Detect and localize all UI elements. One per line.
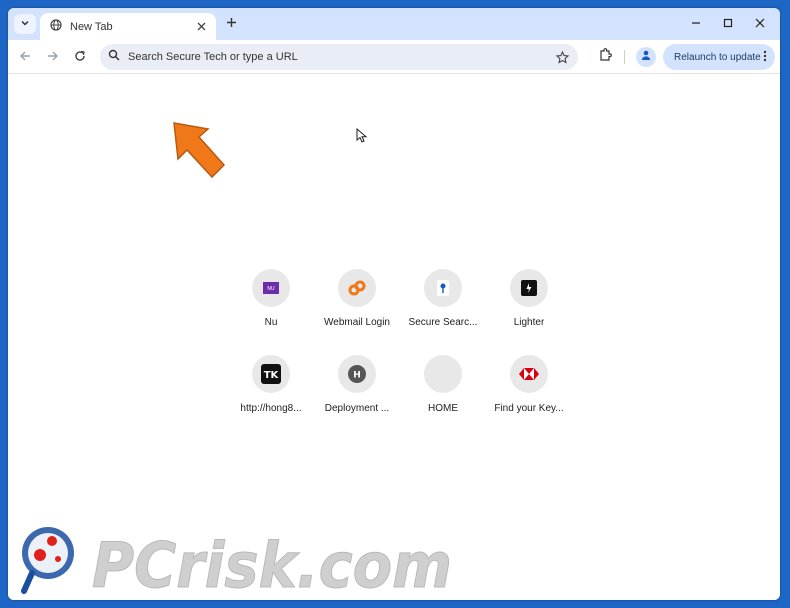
shortcut-icon: TK [252, 355, 290, 393]
shortcut-tile[interactable]: Webmail Login [314, 263, 400, 333]
arrow-left-icon [19, 49, 31, 65]
shortcut-tile[interactable]: Secure Searc... [400, 263, 486, 333]
shortcut-label: Secure Searc... [408, 317, 478, 328]
close-icon [755, 17, 765, 31]
toolbar: Relaunch to update [8, 40, 780, 74]
shortcut-icon [338, 269, 376, 307]
new-tab-page: NU Nu Webmail Login Secure Searc... Ligh… [8, 75, 780, 600]
maximize-button[interactable] [716, 14, 740, 34]
orange-arrow-icon [170, 119, 230, 188]
shortcut-label: Deployment ... [324, 403, 390, 414]
relaunch-label: Relaunch to update [674, 51, 761, 63]
search-icon [108, 48, 120, 66]
shortcut-grid: NU Nu Webmail Login Secure Searc... Ligh… [228, 263, 572, 419]
shortcut-label: Nu [264, 317, 278, 328]
shortcut-tile[interactable]: Find your Key... [486, 349, 572, 419]
shortcut-tile[interactable]: HOME [400, 349, 486, 419]
address-input[interactable] [128, 51, 552, 63]
shortcut-tile[interactable]: NU Nu [228, 263, 314, 333]
shortcut-label: http://hong8... [240, 403, 302, 414]
arrow-right-icon [47, 49, 59, 65]
shortcut-label: HOME [428, 403, 458, 414]
shortcut-label: Webmail Login [324, 317, 390, 328]
relaunch-button[interactable]: Relaunch to update [663, 44, 775, 70]
forward-button[interactable] [42, 46, 64, 68]
maximize-icon [723, 17, 733, 31]
new-tab-button[interactable] [222, 15, 240, 33]
close-icon[interactable] [192, 18, 210, 36]
toolbar-divider [624, 50, 625, 64]
shortcut-icon [424, 269, 462, 307]
address-bar[interactable] [100, 44, 578, 70]
lighter-logo-icon [521, 280, 537, 296]
back-button[interactable] [14, 46, 36, 68]
shortcut-tile[interactable]: TK http://hong8... [228, 349, 314, 419]
blank-shortcut-icon [424, 355, 462, 393]
shortcut-icon: NU [252, 269, 290, 307]
globe-icon [50, 18, 62, 36]
extensions-button[interactable] [594, 46, 616, 68]
nu-logo-icon: NU [267, 286, 275, 292]
chain-link-icon [348, 280, 366, 296]
watermark-text: PCrisk.com [92, 529, 452, 600]
mouse-cursor-icon [356, 127, 368, 149]
chevron-down-icon [20, 18, 30, 31]
reload-icon [74, 49, 86, 65]
close-window-button[interactable] [748, 14, 772, 34]
reload-button[interactable] [69, 46, 91, 68]
tab-title: New Tab [70, 20, 113, 33]
tab-new-tab[interactable]: New Tab [40, 13, 216, 40]
minimize-button[interactable] [684, 14, 708, 34]
shortcut-label: Find your Key... [494, 403, 564, 414]
person-icon [640, 48, 652, 66]
puzzle-icon [598, 47, 612, 67]
plus-icon [226, 15, 237, 33]
shortcut-tile[interactable]: Lighter [486, 263, 572, 333]
profile-avatar[interactable] [636, 47, 656, 67]
tk-logo-icon: TK [264, 370, 280, 381]
tab-search-button[interactable] [14, 14, 36, 34]
search-logo-icon [437, 280, 449, 296]
shortcut-icon: H [338, 355, 376, 393]
letter-h-icon: H [353, 371, 361, 381]
menu-dots-icon[interactable] [763, 50, 767, 65]
shortcut-icon [510, 355, 548, 393]
pcrisk-watermark: PCrisk.com [14, 511, 464, 600]
tab-strip: New Tab [8, 8, 780, 40]
hsbc-hexagon-icon [519, 368, 539, 380]
minimize-icon [691, 17, 701, 31]
magnifier-logo-icon [21, 527, 74, 594]
shortcut-tile[interactable]: H Deployment ... [314, 349, 400, 419]
browser-window: New Tab Search Secure Tech or type a URL… [8, 8, 780, 600]
bookmark-star-icon[interactable] [552, 47, 572, 67]
shortcut-icon [510, 269, 548, 307]
shortcut-label: Lighter [513, 317, 545, 328]
